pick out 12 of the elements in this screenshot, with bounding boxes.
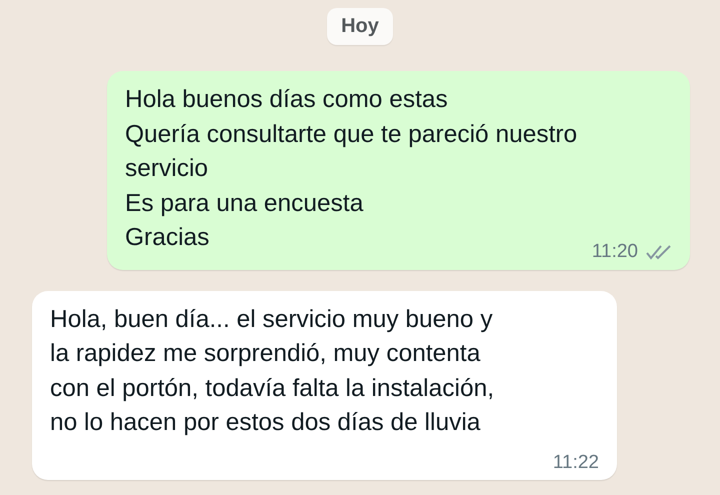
message-text: Hola, buen día... el servicio muy bueno y [50, 306, 493, 332]
message-time: 11:20 [592, 242, 638, 262]
message-text: la rapidez me sorprendió, muy contenta [50, 340, 480, 367]
message-text: servicio [125, 155, 208, 182]
message-text: Gracias [125, 224, 210, 251]
date-badge: Hoy [327, 8, 393, 45]
message-text: Hola buenos días como estas [125, 86, 448, 113]
message-text: Quería consultarte que te pareció nuestro [125, 120, 578, 148]
message-text: Es para una encuesta [125, 190, 364, 216]
message-text: con el portón, todavía falta la instalación, [50, 374, 494, 402]
message-text: no lo hacen por estos dos días de lluvia [50, 409, 480, 436]
message-time: 11:22 [552, 452, 599, 472]
